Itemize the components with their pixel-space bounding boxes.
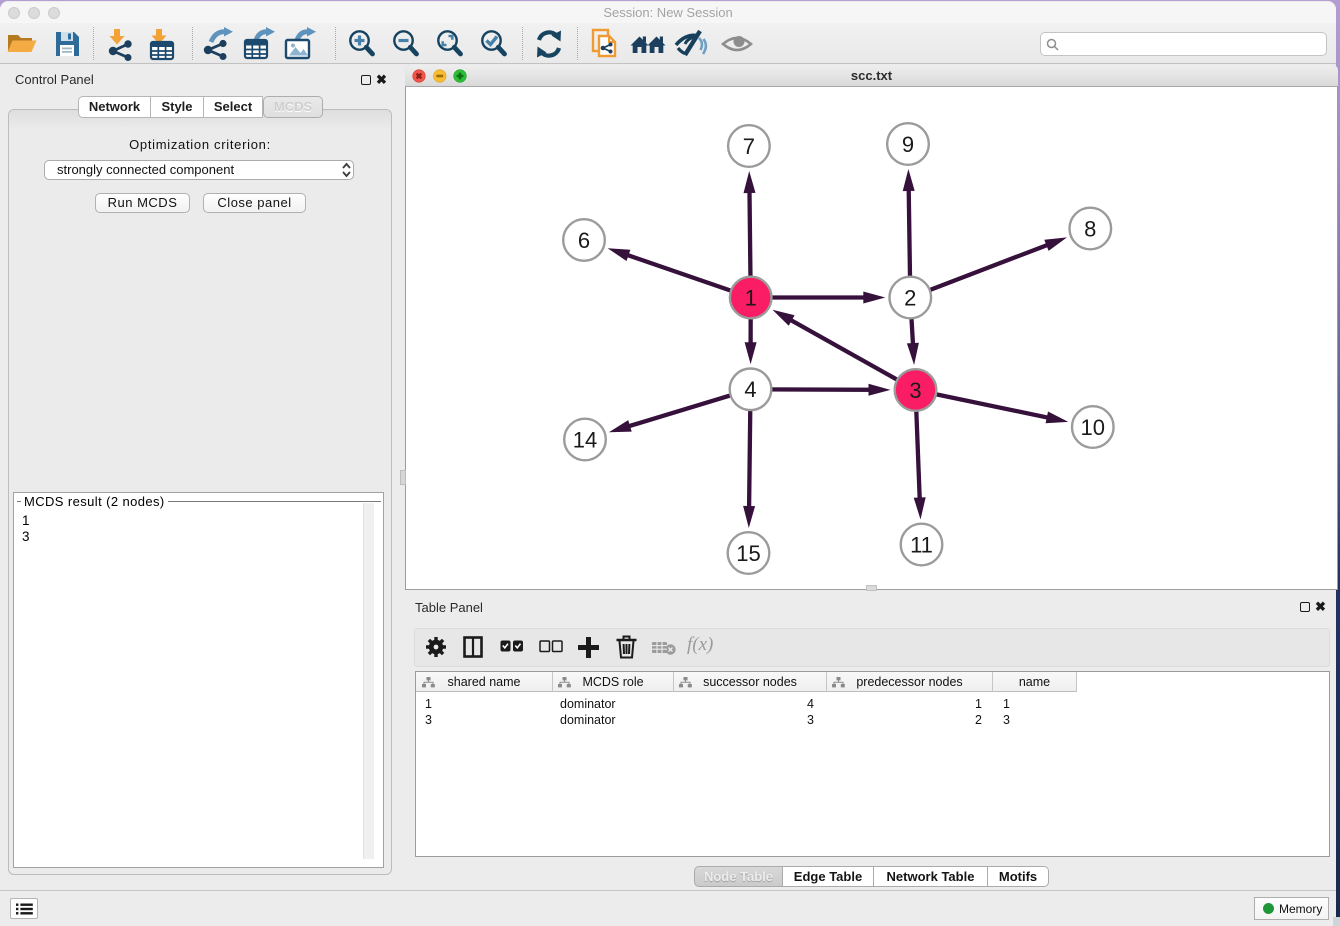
svg-text:11: 11 [910,532,933,557]
svg-text:15: 15 [736,541,760,566]
svg-text:4: 4 [744,377,756,402]
svg-text:9: 9 [902,132,914,157]
svg-text:8: 8 [1084,216,1096,241]
svg-text:14: 14 [573,427,597,452]
svg-text:1: 1 [745,285,757,310]
svg-text:3: 3 [909,378,921,403]
svg-text:6: 6 [578,228,590,253]
svg-text:7: 7 [743,134,755,159]
svg-text:2: 2 [904,285,916,310]
svg-text:10: 10 [1081,415,1105,440]
